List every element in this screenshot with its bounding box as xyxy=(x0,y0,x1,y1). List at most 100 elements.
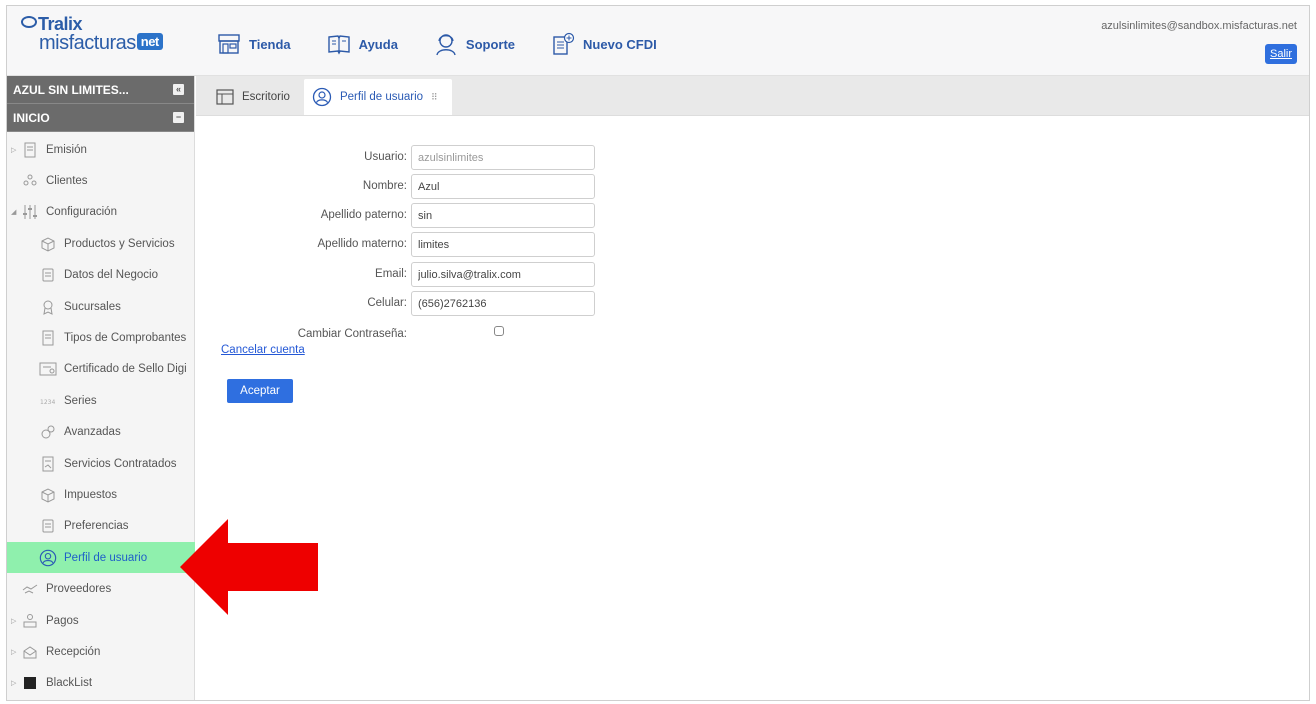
profile-form: Usuario: Nombre: Apellido paterno: Apell… xyxy=(207,118,1307,698)
sidebar-item-label: Tipos de Comprobantes xyxy=(64,332,187,345)
logo-ring-icon xyxy=(21,16,37,28)
sidebar-item-label: Sucursales xyxy=(64,300,121,313)
people-icon xyxy=(21,172,39,190)
sidebar-item-label: Impuestos xyxy=(64,488,118,501)
row-apellido-paterno: Apellido paterno: xyxy=(207,203,607,229)
apellido-paterno-input[interactable] xyxy=(411,203,595,228)
handshake-icon xyxy=(21,580,39,598)
tab-close-icon[interactable]: ⠿ xyxy=(431,92,438,103)
sidebar-item-label: Productos y Servicios xyxy=(64,237,175,250)
app-window: Tralix misfacturas net Tienda Ayuda Sopo… xyxy=(6,5,1310,701)
logout-button[interactable]: Salir xyxy=(1264,44,1297,64)
row-usuario: Usuario: xyxy=(207,145,607,171)
tab-perfil-usuario[interactable]: Perfil de usuario ⠿ xyxy=(303,79,452,115)
sidebar-item-proveedores[interactable]: Proveedores xyxy=(7,573,195,604)
apellido-materno-input[interactable] xyxy=(411,232,595,257)
certificate-icon xyxy=(39,360,57,378)
sidebar-item-clientes[interactable]: Clientes xyxy=(7,165,195,196)
document-icon xyxy=(39,329,57,347)
top-nav: Tienda Ayuda Soporte Nuevo CFDI xyxy=(217,28,693,60)
logo-bottom-text: misfacturas xyxy=(39,32,136,54)
sidebar-item-series[interactable]: 1234 Series xyxy=(7,385,195,416)
nombre-input[interactable] xyxy=(411,174,595,199)
blacklist-icon xyxy=(21,674,39,692)
user-circle-icon xyxy=(39,549,57,567)
sidebar-item-datos-del-negocio[interactable]: Datos del Negocio xyxy=(7,260,195,291)
sidebar-item-impuestos[interactable]: Impuestos xyxy=(7,479,195,510)
row-email: Email: xyxy=(207,262,607,288)
gears-icon xyxy=(39,423,57,441)
cancel-account-link[interactable]: Cancelar cuenta xyxy=(221,344,305,356)
box-icon xyxy=(39,486,57,504)
company-header[interactable]: AZUL SIN LIMITES... « xyxy=(7,76,194,104)
sidebar-item-pagos[interactable]: ▷ Pagos xyxy=(7,605,195,636)
email-input[interactable] xyxy=(411,262,595,287)
usuario-input[interactable] xyxy=(411,145,595,170)
nav-tienda[interactable]: Tienda xyxy=(217,32,291,56)
expanded-arrow-icon[interactable]: ◢ xyxy=(11,208,21,216)
user-email: azulsinlimites@sandbox.misfacturas.net xyxy=(1101,20,1297,32)
logo-top-text: Tralix xyxy=(38,14,83,34)
sidebar-item-productos-y-servicios[interactable]: Productos y Servicios xyxy=(7,228,195,259)
sidebar-item-configuracion[interactable]: ◢ Configuración xyxy=(7,197,195,228)
nav-ayuda-label: Ayuda xyxy=(358,36,398,52)
celular-label: Celular: xyxy=(367,297,407,309)
nav-ayuda[interactable]: Ayuda xyxy=(327,32,398,56)
expand-arrow-icon[interactable]: ▷ xyxy=(11,648,21,656)
expand-arrow-icon[interactable]: ▷ xyxy=(11,679,21,687)
tab-perfil-label: Perfil de usuario xyxy=(339,91,424,103)
sidebar-item-label: Avanzadas xyxy=(64,426,121,439)
section-header[interactable]: INICIO − xyxy=(7,104,194,132)
notepad-icon xyxy=(39,517,57,535)
sidebar-item-label: Certificado de Sello Digi xyxy=(64,363,187,376)
sidebar-item-blacklist[interactable]: ▷ BlackList xyxy=(7,668,195,699)
sidebar: AZUL SIN LIMITES... « INICIO − ▷ Emisión C… xyxy=(7,76,195,700)
celular-input[interactable] xyxy=(411,291,595,316)
nav-nuevo-cfdi[interactable]: Nuevo CFDI xyxy=(551,32,657,56)
collapse-section-icon[interactable]: − xyxy=(173,112,184,123)
expand-arrow-icon[interactable]: ▷ xyxy=(11,617,21,625)
sidebar-item-avanzadas[interactable]: Avanzadas xyxy=(7,417,195,448)
expand-arrow-icon[interactable]: ▷ xyxy=(11,146,21,154)
user-circle-icon xyxy=(312,87,332,107)
change-password-checkbox[interactable] xyxy=(494,326,504,336)
store-icon xyxy=(217,32,241,56)
sidebar-item-emision[interactable]: ▷ Emisión xyxy=(7,134,195,165)
email-label: Email: xyxy=(375,268,407,280)
sidebar-item-perfil-de-usuario[interactable]: Perfil de usuario xyxy=(7,542,195,574)
accept-button[interactable]: Aceptar xyxy=(227,379,293,403)
collapse-sidebar-icon[interactable]: « xyxy=(173,84,184,95)
sidebar-item-label: Emisión xyxy=(46,143,87,156)
nav-soporte-label: Soporte xyxy=(465,36,516,52)
tab-escritorio[interactable]: Escritorio xyxy=(208,79,304,115)
sidebar-item-label: Recepción xyxy=(46,645,101,658)
tab-escritorio-label: Escritorio xyxy=(242,91,290,103)
sidebar-item-label: BlackList xyxy=(46,677,93,690)
brand-logo[interactable]: Tralix misfacturas net xyxy=(21,14,189,66)
badge-icon xyxy=(39,298,57,316)
sidebar-item-recepcion[interactable]: ▷ Recepción xyxy=(7,636,195,667)
sidebar-item-label: Configuración xyxy=(46,206,117,219)
payments-icon xyxy=(21,612,39,630)
sidebar-item-preferencias[interactable]: Preferencias xyxy=(7,511,195,542)
cambiar-contrasena-label: Cambiar Contraseña: xyxy=(297,328,407,340)
book-icon xyxy=(327,32,351,56)
sidebar-item-servicios-contratados[interactable]: Servicios Contratados xyxy=(7,448,195,479)
svg-text:1234: 1234 xyxy=(40,399,55,406)
sidebar-item-certificado-de-sello-digi[interactable]: Certificado de Sello Digi xyxy=(7,354,195,385)
nombre-label: Nombre: xyxy=(362,180,407,192)
sidebar-item-tipos-de-comprobantes[interactable]: Tipos de Comprobantes xyxy=(7,322,195,353)
logo-badge: net xyxy=(136,33,163,50)
sidebar-item-sucursales[interactable]: Sucursales xyxy=(7,291,195,322)
nav-nuevo-cfdi-label: Nuevo CFDI xyxy=(583,36,657,52)
new-document-icon xyxy=(551,32,575,56)
apellido-paterno-label: Apellido paterno: xyxy=(320,209,407,221)
section-name: INICIO xyxy=(13,110,50,125)
logo-bottom: misfacturas net xyxy=(21,32,189,55)
inbox-icon xyxy=(21,643,39,661)
notepad-icon xyxy=(39,266,57,284)
sidebar-item-label: Clientes xyxy=(46,175,88,188)
sidebar-item-label: Perfil de usuario xyxy=(64,551,148,564)
nav-soporte[interactable]: Soporte xyxy=(434,32,515,56)
sliders-icon xyxy=(21,203,39,221)
